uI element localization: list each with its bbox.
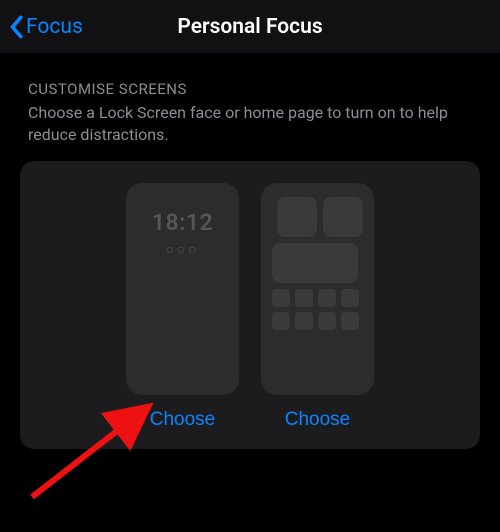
back-button[interactable]: Focus <box>8 15 83 39</box>
back-label: Focus <box>26 15 83 39</box>
lock-screen-time: 18:12 <box>126 209 239 236</box>
section-header: CUSTOMISE SCREENS <box>28 80 472 98</box>
content-area: CUSTOMISE SCREENS Choose a Lock Screen f… <box>0 54 500 469</box>
section-description: Choose a Lock Screen face or home page t… <box>28 102 472 145</box>
choose-lock-screen-button[interactable]: Choose <box>150 409 216 431</box>
lock-screen-preview[interactable]: 18:12 ○○○ <box>126 183 239 395</box>
chevron-left-icon <box>8 15 24 39</box>
choose-home-screen-button[interactable]: Choose <box>285 409 351 431</box>
home-screen-tile: Choose <box>261 183 374 431</box>
home-screen-preview[interactable] <box>261 183 374 395</box>
screens-card: 18:12 ○○○ Choose <box>20 161 480 449</box>
lock-screen-dots-icon: ○○○ <box>126 241 239 258</box>
home-screen-layout-icon <box>272 197 363 330</box>
navigation-bar: Focus Personal Focus <box>0 0 500 54</box>
lock-screen-tile: 18:12 ○○○ Choose <box>126 183 239 431</box>
